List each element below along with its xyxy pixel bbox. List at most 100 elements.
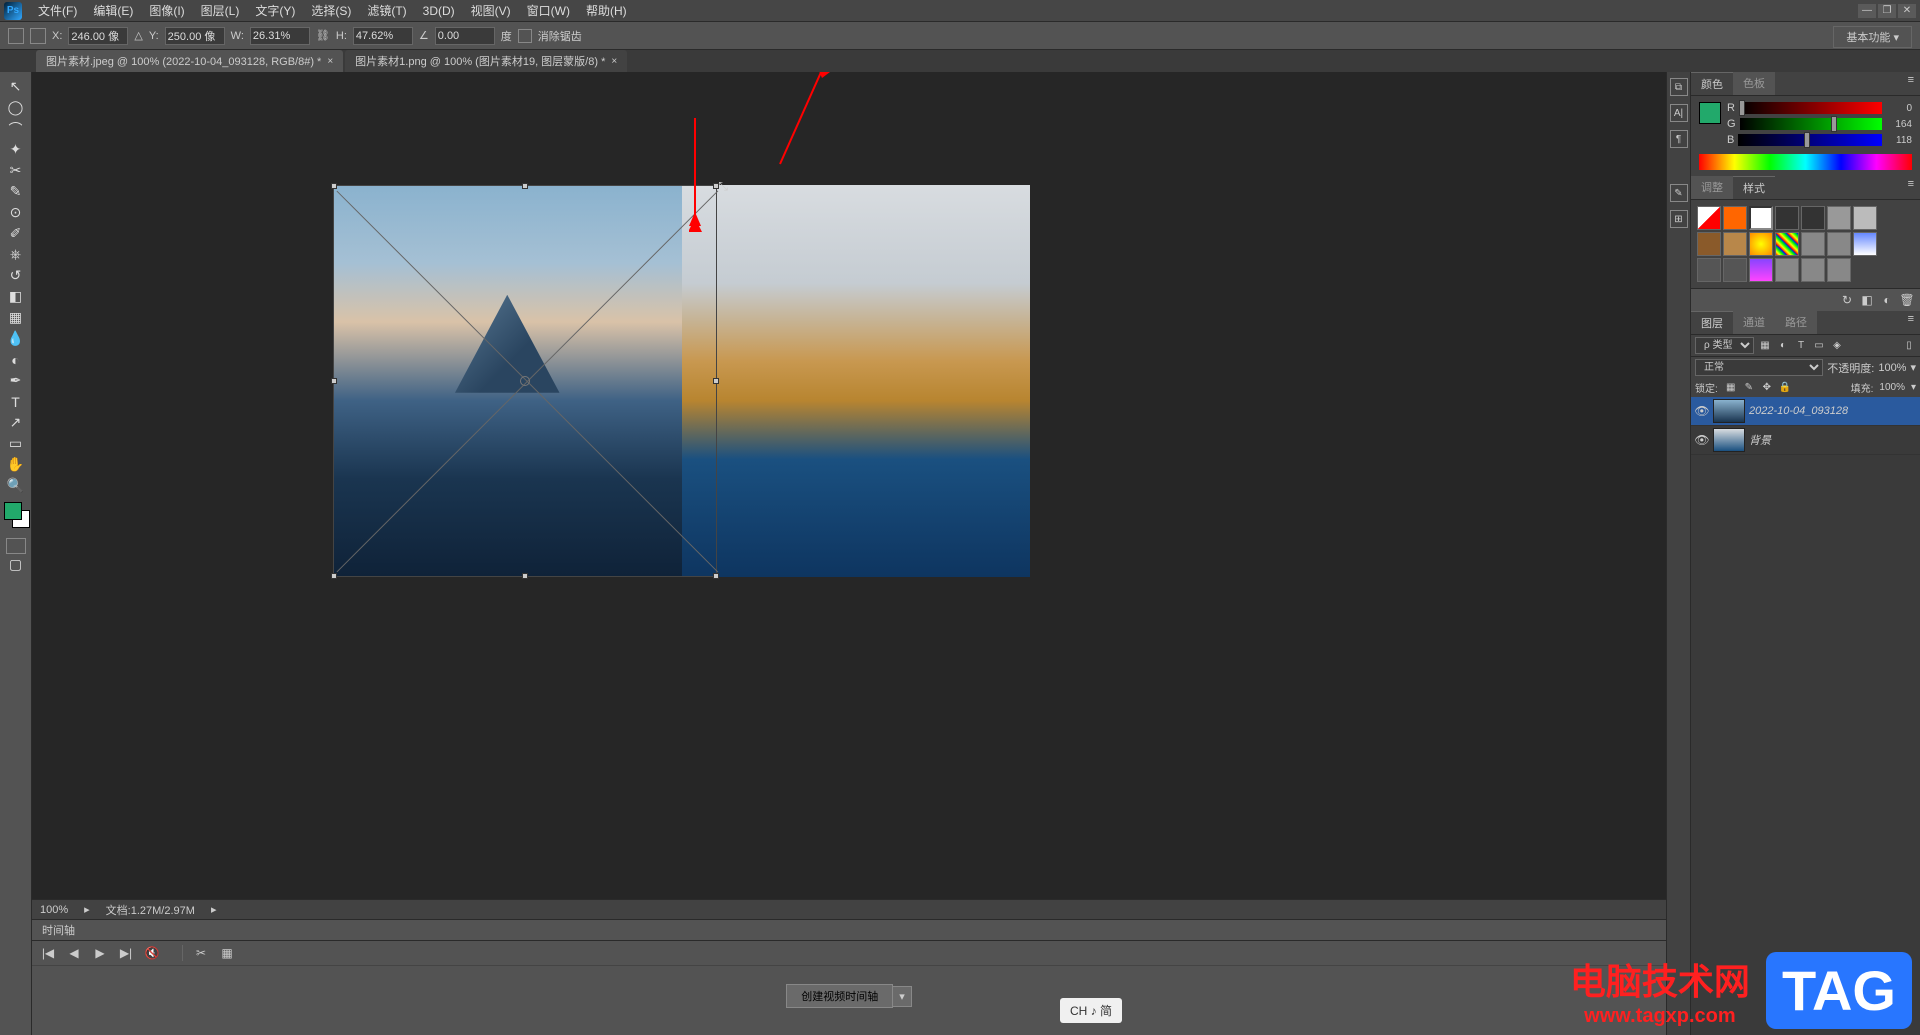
g-slider[interactable] <box>1740 118 1882 130</box>
layer-thumbnail[interactable] <box>1713 428 1745 452</box>
style-swatch[interactable] <box>1827 258 1851 282</box>
zoom-arrow-icon[interactable]: ▸ <box>84 903 90 916</box>
style-swatch[interactable] <box>1749 232 1773 256</box>
spot-heal-tool-icon[interactable]: ⊙ <box>3 202 29 223</box>
rectangle-tool-icon[interactable]: ▭ <box>3 433 29 454</box>
style-swatch[interactable] <box>1801 206 1825 230</box>
document-tab-inactive[interactable]: 图片素材1.png @ 100% (图片素材19, 图层蒙版/8) * × <box>345 50 627 72</box>
layer-row[interactable]: 👁 背景 <box>1691 426 1920 455</box>
style-swatch[interactable] <box>1853 206 1877 230</box>
antialias-checkbox[interactable] <box>518 29 532 43</box>
lock-image-icon[interactable]: ✎ <box>1742 381 1756 395</box>
brush-panel-icon[interactable]: ⊞ <box>1670 210 1688 228</box>
filter-text-icon[interactable]: T <box>1794 339 1808 353</box>
workspace-selector[interactable]: 基本功能 ▾ <box>1833 26 1912 48</box>
style-swatch[interactable] <box>1853 232 1877 256</box>
menu-filter[interactable]: 滤镜(T) <box>359 2 414 19</box>
menu-3d[interactable]: 3D(D) <box>415 4 463 18</box>
move-tool-icon[interactable]: ↖ <box>3 76 29 97</box>
menu-layer[interactable]: 图层(L) <box>193 2 248 19</box>
w-input[interactable] <box>250 27 310 45</box>
style-swatch[interactable] <box>1827 232 1851 256</box>
visibility-icon[interactable]: 👁 <box>1695 404 1709 418</box>
style-swatch[interactable] <box>1749 258 1773 282</box>
goto-first-icon[interactable]: |◀ <box>40 945 56 961</box>
style-swatch[interactable] <box>1697 232 1721 256</box>
ime-indicator[interactable]: CH ♪ 简 <box>1060 998 1122 1023</box>
prev-frame-icon[interactable]: ◀ <box>66 945 82 961</box>
style-swatch[interactable] <box>1723 232 1747 256</box>
brush-preset-icon[interactable]: ✎ <box>1670 184 1688 202</box>
close-button[interactable]: ✕ <box>1898 4 1916 18</box>
document-canvas[interactable] <box>333 185 1030 577</box>
menu-text[interactable]: 文字(Y) <box>247 2 303 19</box>
path-select-tool-icon[interactable]: ↗ <box>3 412 29 433</box>
crop-tool-icon[interactable]: ✂ <box>3 160 29 181</box>
clone-stamp-tool-icon[interactable]: ⎈ <box>3 244 29 265</box>
filter-pixel-icon[interactable]: ▦ <box>1758 339 1772 353</box>
tab-styles[interactable]: 样式 <box>1733 176 1775 199</box>
b-slider[interactable] <box>1738 134 1882 146</box>
panel-menu-icon[interactable]: ≡ <box>1902 176 1920 199</box>
layer-thumbnail[interactable] <box>1713 399 1745 423</box>
style-swatch[interactable] <box>1697 258 1721 282</box>
minimize-button[interactable]: — <box>1858 4 1876 18</box>
filter-shape-icon[interactable]: ▭ <box>1812 339 1826 353</box>
tab-layers[interactable]: 图层 <box>1691 311 1733 334</box>
gradient-tool-icon[interactable]: ▦ <box>3 307 29 328</box>
brush-tool-icon[interactable]: ✐ <box>3 223 29 244</box>
layer-filter-select[interactable]: ρ 类型 <box>1695 337 1754 354</box>
panel-icon[interactable]: ↻ <box>1840 293 1854 307</box>
x-input[interactable] <box>68 27 128 45</box>
mute-icon[interactable]: 🔇 <box>144 945 160 961</box>
close-icon[interactable]: × <box>611 56 617 67</box>
menu-image[interactable]: 图像(I) <box>141 2 192 19</box>
style-swatch[interactable] <box>1801 258 1825 282</box>
style-swatch[interactable] <box>1749 206 1773 230</box>
style-swatch[interactable] <box>1775 206 1799 230</box>
screen-mode-icon[interactable]: ▢ <box>3 554 29 575</box>
filter-toggle-icon[interactable]: ▯ <box>1902 339 1916 353</box>
tab-paths[interactable]: 路径 <box>1775 311 1817 334</box>
create-timeline-button[interactable]: 创建视频时间轴 <box>786 984 893 1008</box>
lock-all-icon[interactable]: 🔒 <box>1778 381 1792 395</box>
filter-adjust-icon[interactable]: ◐ <box>1776 339 1790 353</box>
style-swatch[interactable] <box>1827 206 1851 230</box>
b-value[interactable]: 118 <box>1886 135 1912 146</box>
panel-icon[interactable]: ◐ <box>1880 293 1894 307</box>
visibility-icon[interactable]: 👁 <box>1695 433 1709 447</box>
maximize-button[interactable]: ❐ <box>1878 4 1896 18</box>
angle-input[interactable] <box>435 27 495 45</box>
opacity-value[interactable]: 100% <box>1878 362 1906 374</box>
layer-name[interactable]: 背景 <box>1749 432 1771 448</box>
timeline-dropdown-icon[interactable]: ▾ <box>892 986 912 1007</box>
tab-color[interactable]: 颜色 <box>1691 72 1733 95</box>
info-arrow-icon[interactable]: ▸ <box>211 903 217 916</box>
transform-tool-icon[interactable] <box>8 28 24 44</box>
panel-menu-icon[interactable]: ≡ <box>1902 72 1920 95</box>
eraser-tool-icon[interactable]: ◧ <box>3 286 29 307</box>
menu-window[interactable]: 窗口(W) <box>519 2 578 19</box>
close-icon[interactable]: × <box>327 56 333 67</box>
layer-row[interactable]: 👁 2022-10-04_093128 <box>1691 397 1920 426</box>
timeline-tab[interactable]: 时间轴 <box>32 920 1666 941</box>
fill-value[interactable]: 100% <box>1879 382 1905 393</box>
menu-view[interactable]: 视图(V) <box>463 2 519 19</box>
dodge-tool-icon[interactable]: ◐ <box>3 349 29 370</box>
tab-swatches[interactable]: 色板 <box>1733 72 1775 95</box>
canvas-area[interactable]: ⤡ 100% ▸ 文档:1.27M/2.97M ▸ 时间 <box>32 72 1666 1035</box>
play-icon[interactable]: ▶ <box>92 945 108 961</box>
blend-mode-select[interactable]: 正常 <box>1695 359 1823 376</box>
history-panel-icon[interactable]: ⧉ <box>1670 78 1688 96</box>
style-swatch[interactable] <box>1775 232 1799 256</box>
filter-smart-icon[interactable]: ◈ <box>1830 339 1844 353</box>
opacity-dropdown-icon[interactable]: ▾ <box>1910 361 1916 374</box>
eyedropper-tool-icon[interactable]: ✎ <box>3 181 29 202</box>
menu-file[interactable]: 文件(F) <box>30 2 85 19</box>
split-icon[interactable]: ✂ <box>193 945 209 961</box>
style-swatch[interactable] <box>1801 232 1825 256</box>
color-preview[interactable] <box>1699 102 1721 124</box>
style-swatch[interactable] <box>1697 206 1721 230</box>
y-input[interactable] <box>165 27 225 45</box>
style-swatch[interactable] <box>1723 258 1747 282</box>
